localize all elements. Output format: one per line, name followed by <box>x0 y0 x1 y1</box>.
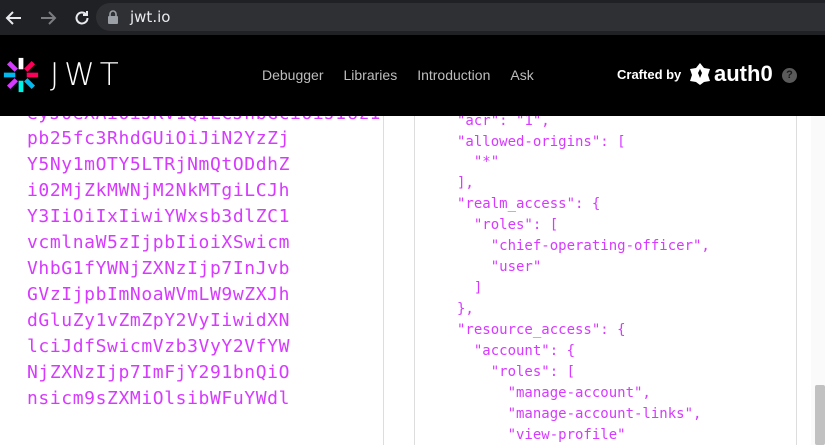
encoded-line: eyJ0eXAiOiJKV1QiLCJhbGciOiJIUzI1 <box>27 116 383 124</box>
lock-icon[interactable] <box>106 10 120 24</box>
payload-line: "account": { <box>457 343 576 359</box>
payload-panel[interactable]: "acr": "1", "allowed-origins": [ "*" ], … <box>414 116 797 445</box>
payload-line: "view-profile" <box>457 427 626 443</box>
menu-item-libraries[interactable]: Libraries <box>344 67 398 83</box>
forward-button[interactable] <box>34 4 62 32</box>
payload-line: "roles": [ <box>457 217 559 233</box>
url-text[interactable]: jwt.io <box>130 8 170 26</box>
menu-item-debugger[interactable]: Debugger <box>262 67 324 83</box>
payload-line: }, <box>457 301 474 317</box>
arrow-left-icon <box>5 10 21 25</box>
jwt-logo[interactable]: JWT <box>2 56 124 94</box>
encoded-line: i02MjZkMWNjM2NkMTgiLCJh <box>27 180 291 201</box>
encoded-line: vcmlnaW5zIjpbIioiXSwicm <box>27 232 291 253</box>
site-header: JWT Debugger Libraries Introduction Ask … <box>0 35 825 116</box>
crafted-by-label: Crafted by <box>617 67 682 82</box>
encoded-line: pb25fc3RhdGUiOiJiN2YzZj <box>27 128 291 149</box>
auth0-logo[interactable]: auth0 <box>690 61 773 87</box>
arrow-right-icon <box>41 10 57 25</box>
encoded-line: NjZXNzIjp7ImFjY291bnQiO <box>27 362 291 383</box>
auth0-shield-icon <box>690 63 710 85</box>
logo-text[interactable]: JWT <box>50 57 124 93</box>
payload-line: "realm_access": { <box>457 196 601 212</box>
auth0-text[interactable]: auth0 <box>714 61 773 87</box>
encoded-panel[interactable]: eyJ0eXAiOiJKV1QiLCJhbGciOiJIUzI1 pb25fc3… <box>0 116 384 445</box>
encoded-line: GVzIjpbImNoaWVmLW9wZXJh <box>27 284 291 305</box>
encoded-line: lciJdfSwicmVzb3VyY2VfYW <box>27 336 291 357</box>
payload-line: ] <box>457 280 483 296</box>
reload-icon <box>75 10 89 24</box>
encoded-line: Y3IiOiIxIiwiYWxsb3dlZC1 <box>27 206 291 227</box>
payload-line: "user" <box>457 259 542 275</box>
reload-button[interactable] <box>68 4 96 32</box>
browser-toolbar: jwt.io <box>0 0 825 35</box>
payload-line: "acr": "1", <box>457 116 550 129</box>
jwt-logo-icon <box>3 57 39 93</box>
payload-line: "resource_access": { <box>457 322 626 338</box>
payload-line: "manage-account-links", <box>457 406 702 422</box>
payload-line: ], <box>457 175 474 191</box>
payload-line: "*" <box>457 154 500 170</box>
payload-line: "chief-operating-officer", <box>457 238 710 254</box>
encoded-line: nsicm9sZXMiOlsibWFuYWdl <box>27 388 291 409</box>
payload-line: "allowed-origins": [ <box>457 134 626 150</box>
encoded-line: VhbG1fYWNjZXNzIjp7InJvb <box>27 258 291 279</box>
encoded-line: dGluZy1vZmZpY2VyIiwidXN <box>27 310 291 331</box>
main-menu: Debugger Libraries Introduction Ask <box>262 67 554 83</box>
payload-line: "manage-account", <box>457 385 651 401</box>
menu-item-introduction[interactable]: Introduction <box>417 67 490 83</box>
address-bar[interactable]: jwt.io <box>96 3 825 31</box>
payload-line: "roles": [ <box>457 364 576 380</box>
menu-item-ask[interactable]: Ask <box>510 67 533 83</box>
encoded-line: Y5Ny1mOTY5LTRjNmQtODdhZ <box>27 154 291 175</box>
help-icon[interactable]: ? <box>782 68 797 83</box>
back-button[interactable] <box>0 4 28 32</box>
page-scrollbar-thumb[interactable] <box>815 385 825 445</box>
